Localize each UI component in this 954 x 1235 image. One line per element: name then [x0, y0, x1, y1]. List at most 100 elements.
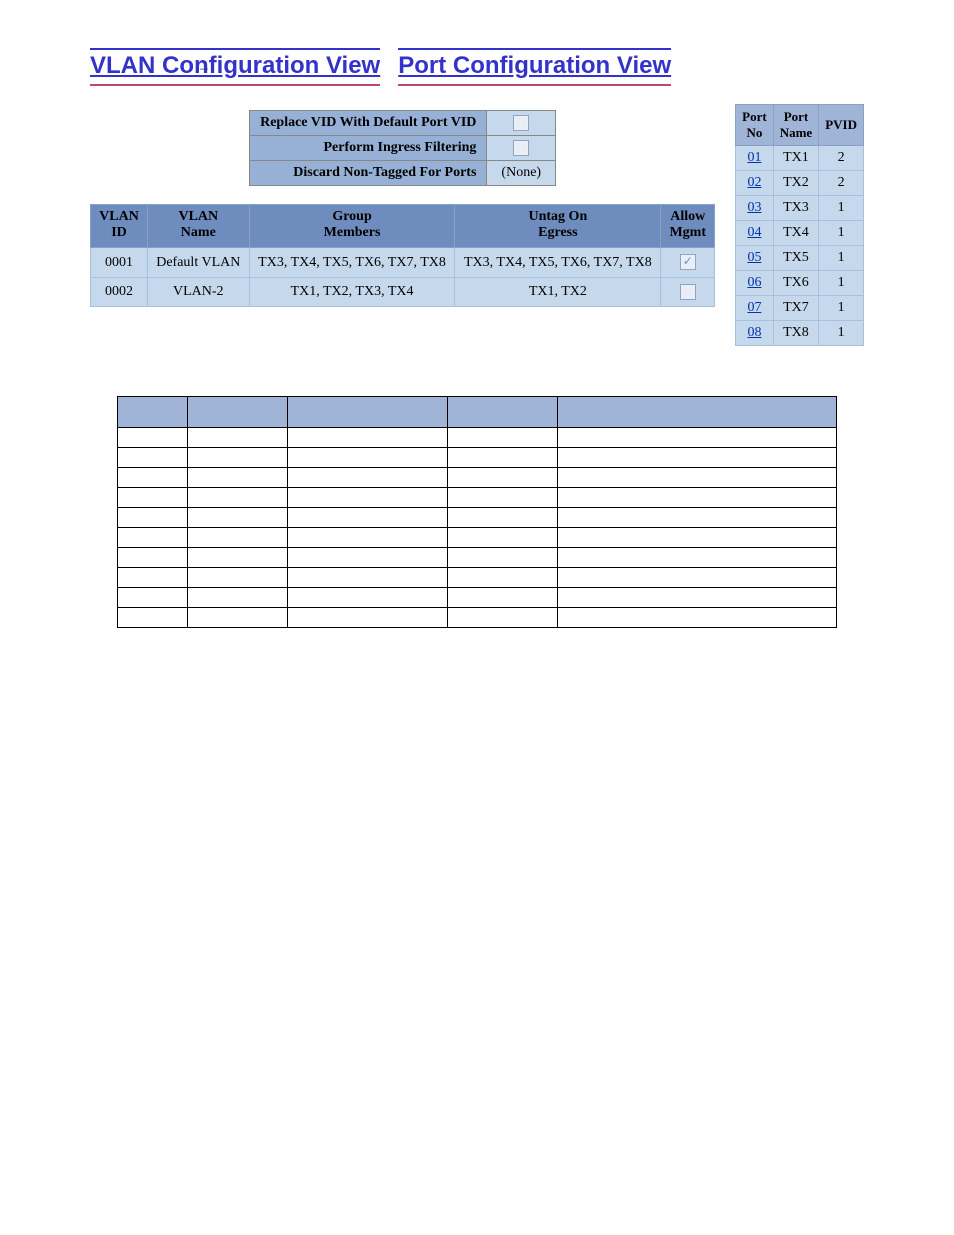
settings-checkbox-1[interactable]: [513, 140, 529, 156]
blank-cell: [118, 568, 188, 588]
port-pvid: 1: [819, 321, 864, 346]
settings-row: Discard Non-Tagged For Ports(None): [250, 161, 556, 186]
settings-label: Perform Ingress Filtering: [250, 136, 487, 161]
port-no-link[interactable]: 04: [736, 221, 774, 246]
settings-checkbox-0[interactable]: [513, 115, 529, 131]
vlan-id: 0001: [91, 248, 148, 277]
settings-value[interactable]: [487, 111, 556, 136]
port-row: 07TX71: [736, 296, 864, 321]
blank-cell: [288, 568, 448, 588]
blank-cell: [118, 488, 188, 508]
link-vlan-config-view[interactable]: VLAN Configuration View: [90, 48, 380, 86]
vlan-header: VLANName: [147, 205, 249, 248]
vlan-row: 0001Default VLANTX3, TX4, TX5, TX6, TX7,…: [91, 248, 715, 277]
blank-cell: [188, 488, 288, 508]
blank-cell: [558, 488, 837, 508]
blank-row: [118, 488, 837, 508]
blank-row: [118, 448, 837, 468]
blank-cell: [558, 428, 837, 448]
vlan-allow-mgmt[interactable]: [661, 277, 715, 306]
blank-cell: [118, 508, 188, 528]
blank-row: [118, 568, 837, 588]
settings-row: Replace VID With Default Port VID: [250, 111, 556, 136]
blank-cell: [188, 588, 288, 608]
blank-cell: [558, 548, 837, 568]
blank-header-cell: [188, 397, 288, 428]
blank-cell: [188, 448, 288, 468]
blank-cell: [558, 448, 837, 468]
blank-cell: [188, 428, 288, 448]
vlan-allow-mgmt-checkbox-0[interactable]: [680, 254, 696, 270]
blank-cell: [288, 608, 448, 628]
blank-cell: [558, 508, 837, 528]
blank-cell: [188, 548, 288, 568]
vlan-allow-mgmt-checkbox-1[interactable]: [680, 284, 696, 300]
vlan-id: 0002: [91, 277, 148, 306]
blank-cell: [188, 468, 288, 488]
port-name: TX5: [773, 246, 819, 271]
blank-cell: [558, 588, 837, 608]
port-row: 04TX41: [736, 221, 864, 246]
port-no-link[interactable]: 01: [736, 146, 774, 171]
port-pvid: 1: [819, 271, 864, 296]
vlan-name: VLAN-2: [147, 277, 249, 306]
port-name: TX6: [773, 271, 819, 296]
port-no-link[interactable]: 03: [736, 196, 774, 221]
blank-row: [118, 468, 837, 488]
vlan-table: VLANIDVLANNameGroupMembersUntag OnEgress…: [90, 204, 715, 306]
blank-cell: [558, 568, 837, 588]
blank-cell: [188, 568, 288, 588]
port-pvid: 1: [819, 221, 864, 246]
blank-grid: [117, 396, 837, 628]
blank-cell: [448, 568, 558, 588]
blank-cell: [448, 488, 558, 508]
vlan-name: Default VLAN: [147, 248, 249, 277]
settings-value[interactable]: [487, 136, 556, 161]
port-pvid: 2: [819, 171, 864, 196]
port-name: TX1: [773, 146, 819, 171]
blank-header-cell: [118, 397, 188, 428]
blank-cell: [118, 588, 188, 608]
blank-cell: [448, 428, 558, 448]
blank-row: [118, 508, 837, 528]
port-pvid: 1: [819, 296, 864, 321]
vlan-allow-mgmt[interactable]: [661, 248, 715, 277]
port-row: 01TX12: [736, 146, 864, 171]
blank-row: [118, 588, 837, 608]
settings-row: Perform Ingress Filtering: [250, 136, 556, 161]
artefact-dash: –: [200, 60, 208, 78]
vlan-members: TX1, TX2, TX3, TX4: [249, 277, 455, 306]
blank-cell: [118, 548, 188, 568]
blank-row: [118, 528, 837, 548]
blank-header-cell: [288, 397, 448, 428]
vlan-untag: TX3, TX4, TX5, TX6, TX7, TX8: [455, 248, 661, 277]
vlan-header: VLANID: [91, 205, 148, 248]
port-header: PortName: [773, 105, 819, 146]
blank-header-cell: [558, 397, 837, 428]
vlan-header: GroupMembers: [249, 205, 455, 248]
port-row: 05TX51: [736, 246, 864, 271]
blank-cell: [118, 608, 188, 628]
port-row: 06TX61: [736, 271, 864, 296]
vlan-header: AllowMgmt: [661, 205, 715, 248]
blank-cell: [188, 528, 288, 548]
port-no-link[interactable]: 06: [736, 271, 774, 296]
port-no-link[interactable]: 05: [736, 246, 774, 271]
vlan-untag: TX1, TX2: [455, 277, 661, 306]
port-no-link[interactable]: 08: [736, 321, 774, 346]
link-port-config-view[interactable]: Port Configuration View: [398, 48, 671, 86]
vlan-header: Untag OnEgress: [455, 205, 661, 248]
blank-cell: [188, 608, 288, 628]
vlan-members: TX3, TX4, TX5, TX6, TX7, TX8: [249, 248, 455, 277]
settings-label: Replace VID With Default Port VID: [250, 111, 487, 136]
blank-cell: [448, 508, 558, 528]
blank-cell: [558, 608, 837, 628]
port-pvid: 2: [819, 146, 864, 171]
blank-row: [118, 548, 837, 568]
port-header: PortNo: [736, 105, 774, 146]
port-row: 08TX81: [736, 321, 864, 346]
blank-cell: [288, 428, 448, 448]
blank-cell: [448, 448, 558, 468]
port-no-link[interactable]: 02: [736, 171, 774, 196]
port-no-link[interactable]: 07: [736, 296, 774, 321]
